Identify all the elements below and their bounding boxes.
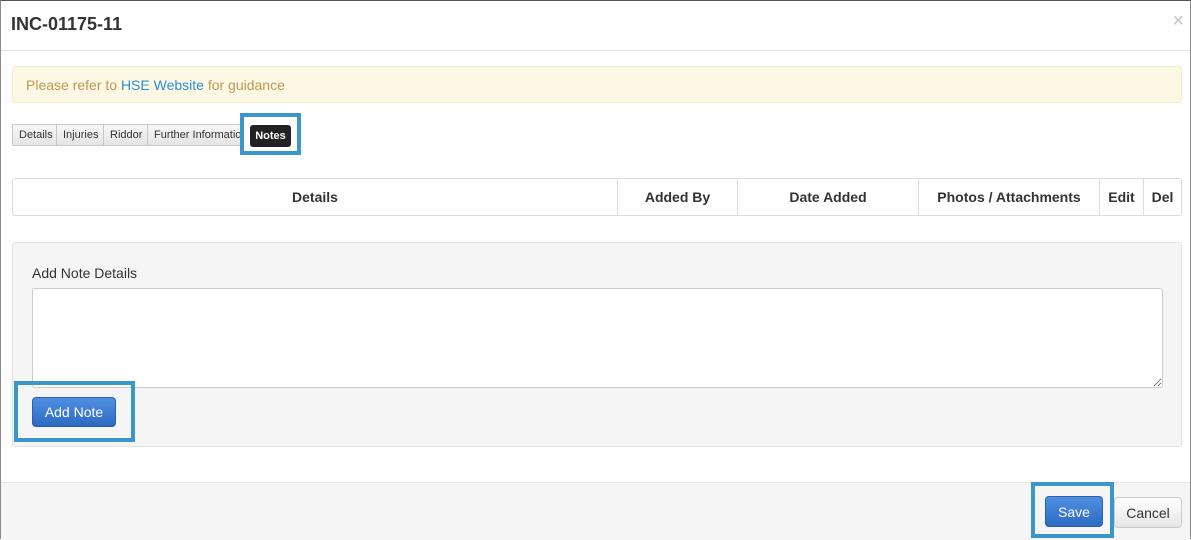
close-icon[interactable]: × bbox=[1172, 11, 1184, 31]
tab-further-information[interactable]: Further Information bbox=[148, 124, 242, 146]
tab-riddor[interactable]: Riddor bbox=[104, 124, 148, 146]
column-header-date-added: Date Added bbox=[737, 179, 918, 215]
notes-table-header: Details Added By Date Added Photos / Att… bbox=[12, 178, 1182, 216]
add-note-panel: Add Note Details bbox=[12, 242, 1182, 447]
add-note-button[interactable]: Add Note bbox=[32, 397, 116, 427]
add-note-label: Add Note Details bbox=[32, 265, 138, 281]
tab-injuries[interactable]: Injuries bbox=[57, 124, 104, 146]
save-button[interactable]: Save bbox=[1045, 496, 1103, 527]
alert-suffix: for guidance bbox=[203, 77, 285, 93]
modal-header: INC-01175-11 × bbox=[1, 1, 1190, 51]
column-header-edit: Edit bbox=[1099, 179, 1143, 215]
incident-modal: INC-01175-11 × Please refer to HSE Websi… bbox=[0, 0, 1191, 540]
tab-details[interactable]: Details bbox=[12, 124, 57, 146]
column-header-del: Del bbox=[1143, 179, 1181, 215]
column-header-details: Details bbox=[292, 189, 338, 205]
column-header-photos-attachments: Photos / Attachments bbox=[918, 179, 1099, 215]
modal-footer bbox=[1, 482, 1190, 540]
column-header-added-by: Added By bbox=[617, 179, 737, 215]
modal-title: INC-01175-11 bbox=[11, 14, 123, 34]
guidance-alert: Please refer to HSE Website for guidance bbox=[12, 66, 1182, 103]
note-details-textarea[interactable] bbox=[32, 288, 1163, 388]
tab-notes[interactable]: Notes bbox=[250, 125, 291, 147]
alert-prefix: Please refer to bbox=[26, 77, 121, 93]
cancel-button[interactable]: Cancel bbox=[1114, 497, 1182, 528]
hse-website-link[interactable]: HSE Website bbox=[121, 77, 204, 93]
tab-bar: Details Injuries Riddor Further Informat… bbox=[12, 124, 242, 146]
notes-tab-highlight: Notes bbox=[240, 113, 301, 155]
